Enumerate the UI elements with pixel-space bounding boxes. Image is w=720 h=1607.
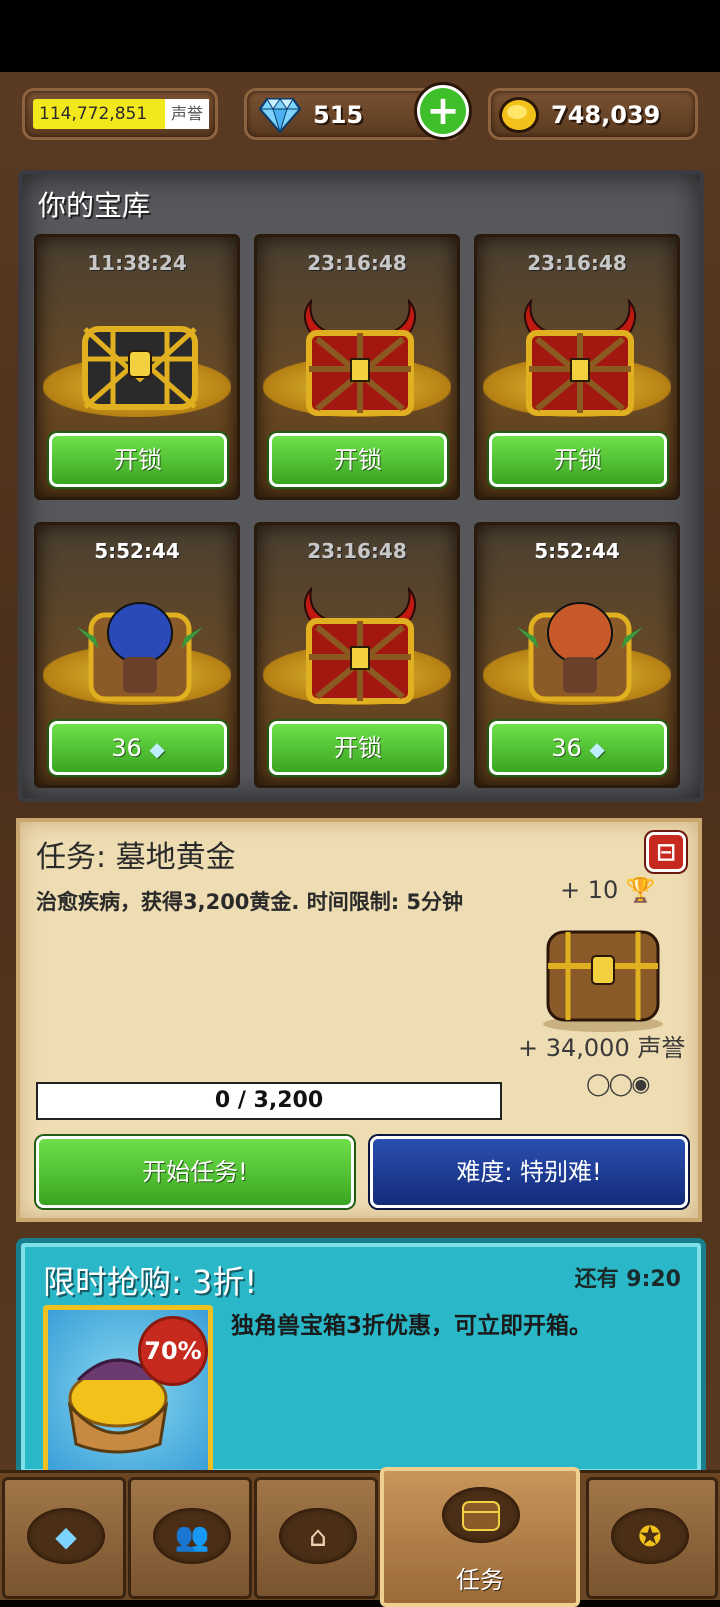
unlock-button[interactable]: 开锁 xyxy=(269,433,447,487)
chest-slot-3[interactable]: 23:16:48 开锁 xyxy=(474,234,680,500)
goblin-chest-orange-icon xyxy=(517,602,643,702)
sale-description: 独角兽宝箱3折优惠，可立即开箱。 xyxy=(231,1313,593,1339)
people-icon: 👥 xyxy=(153,1508,231,1564)
tab-social[interactable]: 👥 xyxy=(128,1477,252,1599)
reputation-number: 114,772,851 xyxy=(39,104,148,124)
chest-timer: 11:38:24 xyxy=(87,251,187,275)
flash-sale-panel[interactable]: 限时抢购: 3折! 还有 9:20 70% 独角兽宝箱3折优惠，可立即开箱。 xyxy=(16,1238,706,1478)
reputation-value: 114,772,851 声誉 xyxy=(33,99,209,129)
unlock-button[interactable]: 开锁 xyxy=(49,433,227,487)
mission-panel: 任务: 墓地黄金 ⊟ 治愈疾病，获得3,200黄金. 时间限制: 5分钟 + 1… xyxy=(16,818,702,1222)
unlock-button[interactable]: 开锁 xyxy=(269,721,447,775)
goblin-chest-blue-icon xyxy=(77,602,203,702)
vault-panel: 你的宝库 11:38:24 开锁 23:16:48 开锁 23:16:48 开锁… xyxy=(18,170,704,802)
start-mission-button[interactable]: 开始任务! xyxy=(36,1136,354,1208)
gem-unlock-button[interactable]: 36 ◆ xyxy=(489,721,667,775)
trophy-icon: 🏆 xyxy=(625,876,656,904)
chest-timer: 23:16:48 xyxy=(307,251,407,275)
tab-buildings[interactable]: ⌂ xyxy=(254,1477,378,1599)
sale-timer: 还有 9:20 xyxy=(574,1267,681,1292)
horned-red-chest-icon xyxy=(304,299,416,416)
chest-slot-1[interactable]: 11:38:24 开锁 xyxy=(34,234,240,500)
bottom-nav: ◆ 👥 ⌂ 任务 ✪ xyxy=(0,1467,720,1607)
unicorn-chest-image[interactable]: 70% xyxy=(43,1305,213,1475)
chest-slot-6[interactable]: 5:52:44 36 ◆ xyxy=(474,522,680,788)
gem-price: 36 xyxy=(551,734,582,762)
fame-reward: + 34,000 声誉 xyxy=(518,1034,686,1062)
tab-missions[interactable]: 任务 xyxy=(380,1467,580,1607)
chest-slot-5[interactable]: 23:16:48 开锁 xyxy=(254,522,460,788)
unlock-button[interactable]: 开锁 xyxy=(489,433,667,487)
add-gems-button[interactable]: + xyxy=(414,82,472,140)
chest-timer: 23:16:48 xyxy=(527,251,627,275)
diamond-icon xyxy=(259,98,301,133)
chest-icon xyxy=(442,1487,520,1543)
chest-timer: 23:16:48 xyxy=(307,539,407,563)
gem-count: 515 xyxy=(313,101,364,129)
chest-slot-2[interactable]: 23:16:48 开锁 xyxy=(254,234,460,500)
resource-bar: 114,772,851 声誉 515 748,039 xyxy=(0,80,720,148)
medal-icon: ✪ xyxy=(611,1508,689,1564)
mission-progress: 0 / 3,200 xyxy=(36,1082,502,1120)
sale-title: 限时抢购: 3折! xyxy=(43,1263,258,1301)
mission-description: 治愈疾病，获得3,200黄金. 时间限制: 5分钟 xyxy=(36,890,464,914)
building-icon: ⌂ xyxy=(279,1508,357,1564)
reputation-panel: 114,772,851 声誉 xyxy=(22,88,218,140)
gem-icon: ◆ xyxy=(27,1508,105,1564)
horned-red-chest-icon xyxy=(304,587,416,704)
discount-badge: 70% xyxy=(138,1316,208,1386)
gold-lattice-chest-icon xyxy=(82,326,198,410)
gem-unlock-button[interactable]: 36 ◆ xyxy=(49,721,227,775)
gold-count: 748,039 xyxy=(551,101,661,129)
gem-price: 36 xyxy=(111,734,142,762)
chest-timer: 5:52:44 xyxy=(94,539,180,563)
gold-coin-icon xyxy=(499,97,539,133)
tab-shop[interactable]: ◆ xyxy=(2,1477,126,1599)
discount-value: 70% xyxy=(144,1337,202,1365)
diamond-icon: ◆ xyxy=(589,737,605,761)
horned-red-chest-icon xyxy=(524,299,636,416)
reward-chest-icon xyxy=(543,930,663,1032)
reputation-label: 声誉 xyxy=(164,99,209,129)
vault-title: 你的宝库 xyxy=(38,189,151,222)
tab-missions-label: 任务 xyxy=(456,1566,504,1594)
tab-achievements[interactable]: ✪ xyxy=(586,1477,718,1599)
trophy-reward: + 10 🏆 xyxy=(560,876,656,904)
mission-title: 任务: 墓地黄金 xyxy=(36,840,236,875)
chest-timer: 5:52:44 xyxy=(534,539,620,563)
chest-slot-4[interactable]: 5:52:44 36 ◆ xyxy=(34,522,240,788)
difficulty-circles: ◯◯◉ xyxy=(586,1072,650,1097)
difficulty-button[interactable]: 难度: 特别难! xyxy=(370,1136,688,1208)
plus-icon: + xyxy=(420,88,466,134)
trophy-reward-value: + 10 xyxy=(560,876,619,904)
gold-panel: 748,039 xyxy=(488,88,698,140)
collapse-button[interactable]: ⊟ xyxy=(646,832,686,872)
diamond-icon: ◆ xyxy=(149,737,165,761)
